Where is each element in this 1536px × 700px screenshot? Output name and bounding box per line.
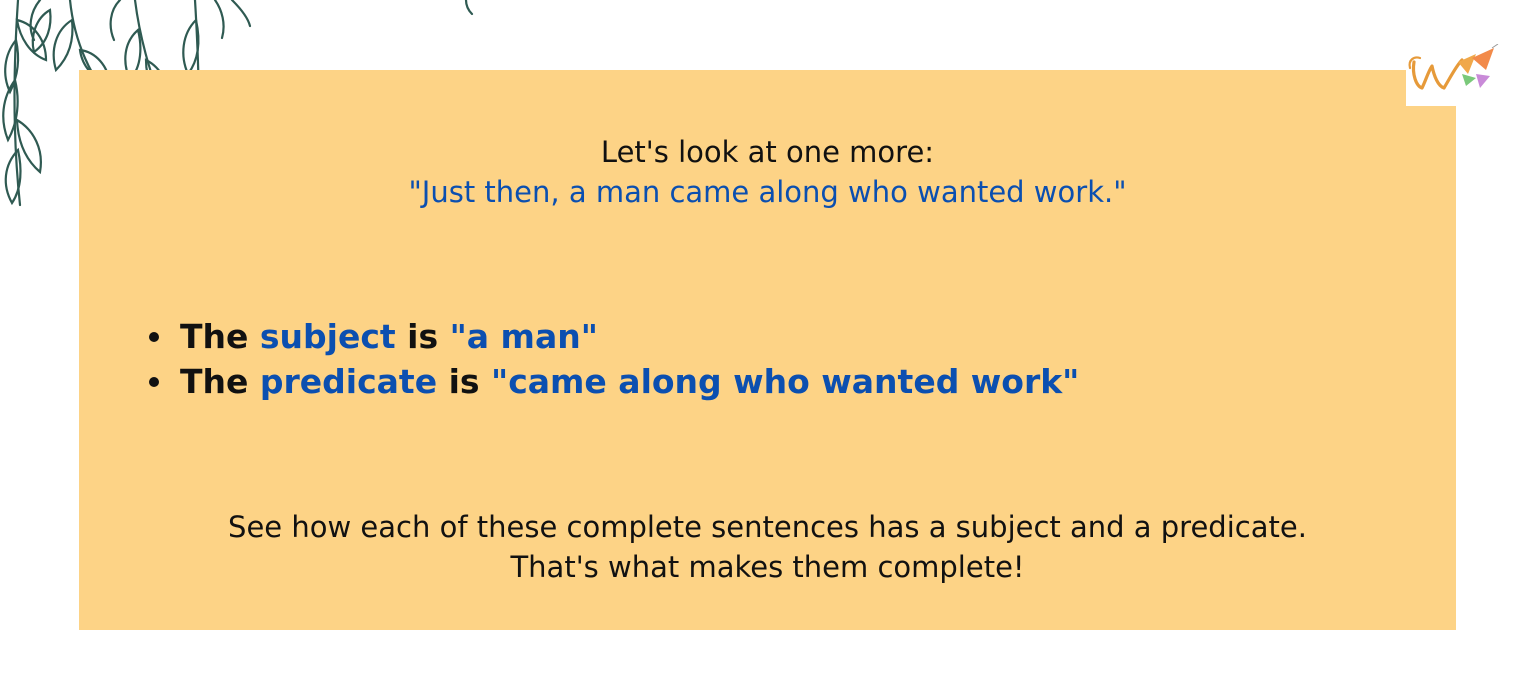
term-subject: subject <box>259 317 396 356</box>
list-item-predicate: The predicate is "came along who wanted … <box>140 359 1079 404</box>
bullet-dot-icon <box>149 377 159 387</box>
conclusion-line-2: That's what makes them complete! <box>510 550 1025 584</box>
bullet-mid: is <box>395 317 450 356</box>
slide: Let's look at one more: "Just then, a ma… <box>0 0 1536 700</box>
subject-value: "a man" <box>449 317 598 356</box>
conclusion-line-1: See how each of these complete sentences… <box>228 510 1307 544</box>
bullet-lead: The <box>180 317 260 356</box>
bullet-mid: is <box>437 362 492 401</box>
w-logo-icon <box>1408 43 1499 90</box>
list-item-subject: The subject is "a man" <box>140 314 1079 359</box>
logo-box <box>1406 43 1504 106</box>
intro-line: Let's look at one more: <box>600 135 935 169</box>
bullet-dot-icon <box>149 332 159 342</box>
bullet-lead: The <box>180 362 260 401</box>
example-sentence: "Just then, a man came along who wanted … <box>408 175 1127 209</box>
predicate-value: "came along who wanted work" <box>491 362 1080 401</box>
term-predicate: predicate <box>259 362 438 401</box>
conclusion-text: See how each of these complete sentences… <box>79 507 1456 587</box>
analysis-list: The subject is "a man" The predicate is … <box>140 314 1079 404</box>
intro-text: Let's look at one more: "Just then, a ma… <box>79 132 1456 212</box>
